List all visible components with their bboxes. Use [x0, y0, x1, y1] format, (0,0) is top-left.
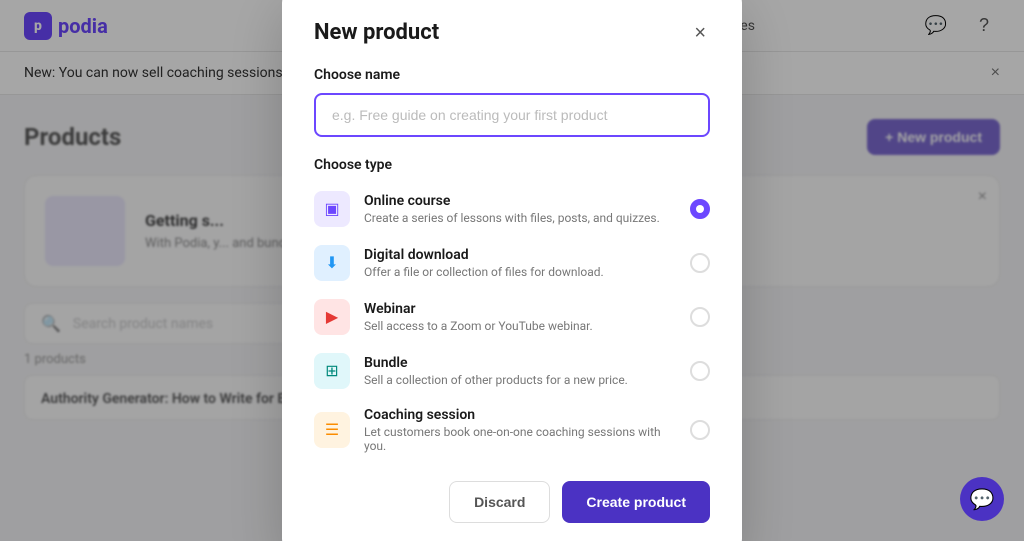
- bundle-radio[interactable]: [690, 361, 710, 381]
- online-course-desc: Create a series of lessons with files, p…: [364, 211, 676, 225]
- online-course-text: Online course Create a series of lessons…: [364, 193, 676, 225]
- product-types-list: ▣ Online course Create a series of lesso…: [314, 187, 710, 457]
- digital-download-desc: Offer a file or collection of files for …: [364, 265, 676, 279]
- new-product-modal: New product × Choose name Choose type ▣ …: [282, 0, 742, 541]
- modal-overlay: New product × Choose name Choose type ▣ …: [0, 0, 1024, 541]
- coaching-session-text: Coaching session Let customers book one-…: [364, 407, 676, 453]
- online-course-name: Online course: [364, 193, 676, 209]
- coaching-session-desc: Let customers book one-on-one coaching s…: [364, 425, 676, 453]
- online-course-radio[interactable]: [690, 199, 710, 219]
- type-option-bundle[interactable]: ⊞ Bundle Sell a collection of other prod…: [314, 349, 710, 393]
- chat-widget[interactable]: 💬: [960, 477, 1004, 521]
- digital-download-text: Digital download Offer a file or collect…: [364, 247, 676, 279]
- webinar-radio[interactable]: [690, 307, 710, 327]
- modal-header: New product ×: [314, 19, 710, 47]
- coaching-session-name: Coaching session: [364, 407, 676, 423]
- digital-download-radio[interactable]: [690, 253, 710, 273]
- bundle-icon: ⊞: [314, 353, 350, 389]
- bundle-name: Bundle: [364, 355, 676, 371]
- webinar-desc: Sell access to a Zoom or YouTube webinar…: [364, 319, 676, 333]
- type-label: Choose type: [314, 157, 710, 173]
- online-course-icon: ▣: [314, 191, 350, 227]
- bundle-text: Bundle Sell a collection of other produc…: [364, 355, 676, 387]
- product-name-input[interactable]: [314, 93, 710, 137]
- webinar-name: Webinar: [364, 301, 676, 317]
- chat-icon: 💬: [970, 487, 995, 511]
- digital-download-icon: ⬇: [314, 245, 350, 281]
- name-label: Choose name: [314, 67, 710, 83]
- bundle-desc: Sell a collection of other products for …: [364, 373, 676, 387]
- type-option-online-course[interactable]: ▣ Online course Create a series of lesso…: [314, 187, 710, 231]
- coaching-session-radio[interactable]: [690, 420, 710, 440]
- create-product-button[interactable]: Create product: [562, 481, 710, 523]
- type-option-digital-download[interactable]: ⬇ Digital download Offer a file or colle…: [314, 241, 710, 285]
- type-option-webinar[interactable]: ▶ Webinar Sell access to a Zoom or YouTu…: [314, 295, 710, 339]
- webinar-icon: ▶: [314, 299, 350, 335]
- coaching-session-icon: ☰: [314, 412, 350, 448]
- modal-close-button[interactable]: ×: [690, 19, 710, 47]
- webinar-text: Webinar Sell access to a Zoom or YouTube…: [364, 301, 676, 333]
- type-option-coaching-session[interactable]: ☰ Coaching session Let customers book on…: [314, 403, 710, 457]
- modal-footer: Discard Create product: [314, 481, 710, 523]
- digital-download-name: Digital download: [364, 247, 676, 263]
- discard-button[interactable]: Discard: [449, 481, 550, 523]
- modal-title: New product: [314, 20, 439, 45]
